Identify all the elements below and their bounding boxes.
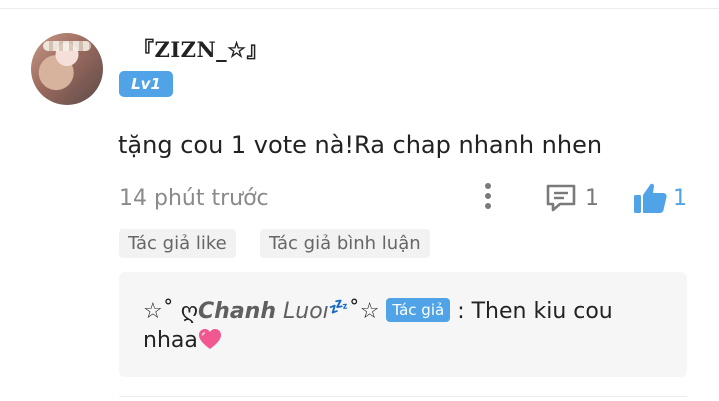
like-count: 1 xyxy=(673,186,687,211)
avatar-flower-crown xyxy=(43,41,91,51)
heart-icon xyxy=(198,328,222,350)
reply-text-2: nhaa xyxy=(143,328,198,353)
reply-author-name[interactable]: Chanh Luoı xyxy=(198,299,329,324)
author-liked-tag: Tác giả like xyxy=(119,229,236,258)
username[interactable]: 『ZIZN_☆』 xyxy=(133,34,268,64)
author-commented-tag: Tác giả bình luận xyxy=(260,229,430,258)
sleep-icon: 💤 xyxy=(328,297,349,316)
comment-time: 14 phút trước xyxy=(119,186,269,211)
comment-text: tặng cou 1 vote nà!Ra chap nhanh nhen xyxy=(118,131,603,159)
reply-separator: : xyxy=(450,299,472,324)
author-badge: Tác giả xyxy=(386,298,451,322)
reply-prefix: ☆˚ ღ xyxy=(143,299,199,324)
thumbs-up-icon[interactable] xyxy=(632,181,668,215)
level-badge: Lv1 xyxy=(119,71,173,97)
reply-count: 1 xyxy=(585,186,599,211)
bottom-divider xyxy=(119,396,687,397)
top-divider xyxy=(0,8,719,9)
reply-text-1: Then kiu cou xyxy=(471,299,613,324)
reply-author-name-bold: Chanh xyxy=(198,299,276,324)
reply-line-2: nhaa xyxy=(143,328,222,353)
more-options-icon[interactable] xyxy=(480,183,496,213)
author-reply-box[interactable]: ☆˚ ღChanh Luoı💤˚☆ Tác giả : Then kiu cou… xyxy=(119,272,687,377)
avatar[interactable] xyxy=(31,33,103,105)
reply-suffix: ˚☆ xyxy=(348,299,380,324)
comment-icon[interactable] xyxy=(544,182,578,214)
reply-line-1: ☆˚ ღChanh Luoı💤˚☆ Tác giả : Then kiu cou xyxy=(143,297,613,324)
reply-author-name-light: Luoı xyxy=(276,299,329,324)
